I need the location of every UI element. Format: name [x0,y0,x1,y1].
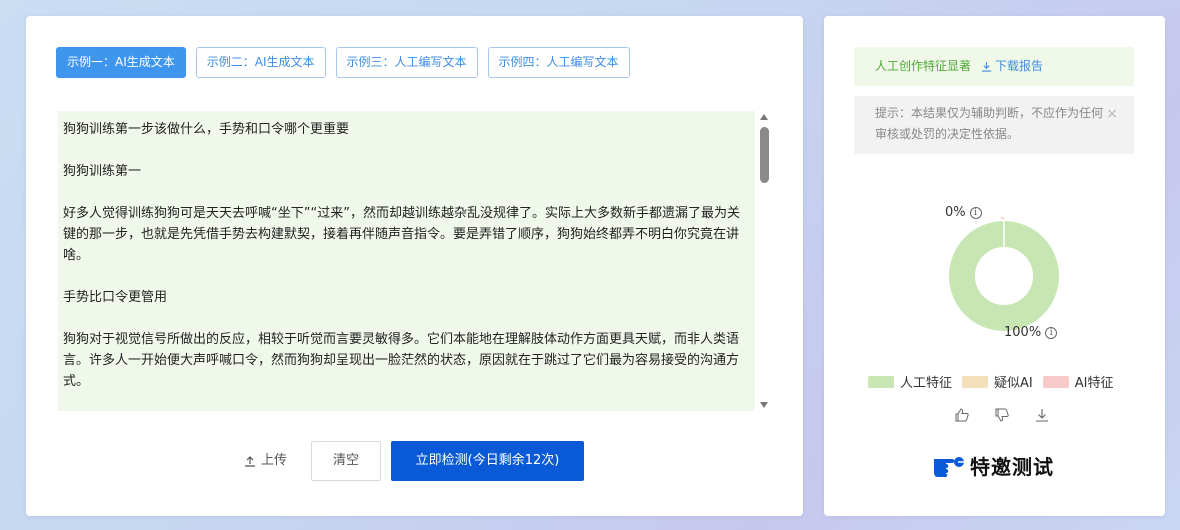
legend-swatch [1042,375,1069,388]
tab-example-2[interactable]: 示例二：AI生成文本 [195,47,326,78]
detect-button[interactable]: 立即检测(今日剩余12次) [391,441,584,481]
result-status: 人工创作特征显著 [875,59,972,73]
tab-example-3[interactable]: 示例三：人工编写文本 [335,47,478,78]
legend-label: AI特征 [1074,376,1114,391]
legend-swatch [962,375,989,388]
text-paragraph: 狗狗训练第一 [63,164,142,179]
close-icon[interactable]: × [1106,104,1118,125]
scroll-down-arrow-icon[interactable] [760,402,768,408]
legend-item-suspected-ai[interactable]: 疑似AI [962,372,1033,391]
text-paragraph: 狗狗对于视觉信号所做出的反应，相较于听觉而言要灵敏得多。它们本能地在理解肢体动作… [63,332,740,389]
legend-swatch [868,375,894,388]
tab-example-4[interactable]: 示例四：人工编写文本 [487,47,630,78]
label-leader-line [1000,216,1005,220]
upload-label: 上传 [261,453,288,468]
clear-button[interactable]: 清空 [311,441,381,481]
brand-text: 特邀测试 [970,455,1054,479]
pct-bottom-value: 100% [1004,325,1042,340]
tip-notice: 提示：本结果仅为辅助判断，不应作为任何审核或处罚的决定性依据。 × [854,96,1134,154]
pct-top-value: 0% [945,205,966,220]
pointing-hand-icon [934,456,964,477]
chart-legend: 人工特征 疑似AI AI特征 [868,372,1113,391]
legend-label: 疑似AI [994,376,1033,391]
thumbs-up-icon[interactable] [954,407,970,423]
upload-button[interactable]: 上传 [244,441,287,481]
upload-icon [245,456,255,467]
tab-example-1[interactable]: 示例一：AI生成文本 [56,47,186,78]
feedback-bar [954,407,1050,423]
legend-item-human[interactable]: 人工特征 [868,372,952,391]
brand-badge: 特邀测试 [932,451,1054,480]
info-icon[interactable]: i [969,206,982,219]
text-paragraph: 好多人觉得训练狗狗可是天天去呼喊“坐下”“过来”，然而却越训练越杂乱没规律了。实… [63,206,740,263]
legend-label: 人工特征 [900,376,953,391]
download-icon[interactable] [1034,407,1050,423]
text-paragraph: 狗狗训练第一步该做什么，手势和口令哪个更重要 [63,122,350,137]
text-input-area[interactable]: 狗狗训练第一步该做什么，手势和口令哪个更重要 狗狗训练第一 好多人觉得训练狗狗可… [58,111,755,411]
input-panel: 示例一：AI生成文本 示例二：AI生成文本 示例三：人工编写文本 示例四：人工编… [26,16,803,516]
result-summary: 人工创作特征显著 下载报告 [854,47,1134,86]
download-icon [981,61,992,72]
legend-item-ai[interactable]: AI特征 [1042,372,1114,391]
download-report-label: 下载报告 [995,59,1044,73]
info-icon[interactable]: i [1045,326,1058,339]
scroll-thumb[interactable] [760,127,769,183]
text-scrollbar[interactable] [757,111,771,411]
result-panel: 人工创作特征显著 下载报告 提示：本结果仅为辅助判断，不应作为任何审核或处罚的决… [824,16,1165,516]
text-paragraph: 手势比口令更管用 [63,290,168,305]
action-bar: 上传 清空 立即检测(今日剩余12次) [26,441,803,481]
download-report-link[interactable]: 下载报告 [981,47,1043,86]
scroll-up-arrow-icon[interactable] [760,114,768,120]
thumbs-down-icon[interactable] [994,407,1010,423]
tip-text: 提示：本结果仅为辅助判断，不应作为任何审核或处罚的决定性依据。 [875,106,1104,141]
pct-label-top: 0% i [945,205,982,220]
pct-label-bottom: 100% i [1004,325,1058,340]
example-tabs: 示例一：AI生成文本 示例二：AI生成文本 示例三：人工编写文本 示例四：人工编… [56,47,630,78]
